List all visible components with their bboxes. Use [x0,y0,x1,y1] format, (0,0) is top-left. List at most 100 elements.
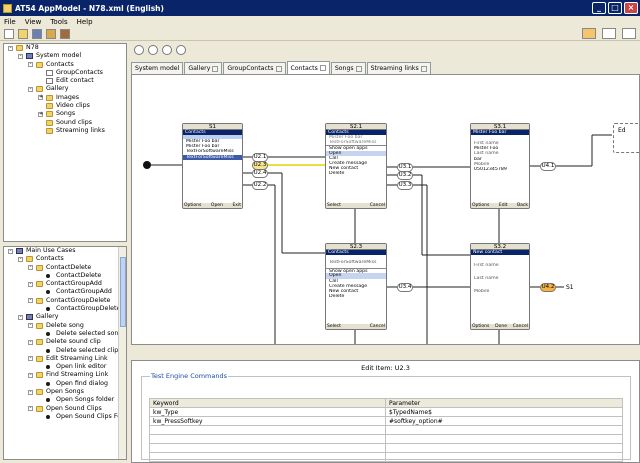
tree-node[interactable]: - Find Streaming Link [4,371,126,379]
tab-close-icon[interactable] [355,65,362,72]
tree-node[interactable]: ContactGroupAdd [4,288,126,296]
tree-node[interactable]: Open find dialog [4,380,126,388]
transition-u3-2[interactable]: U3.2 [397,171,413,180]
tree-node[interactable]: Open Songs folder [4,396,126,404]
collapse-icon[interactable]: - [28,339,33,345]
keyword-cell[interactable]: kw_Type [149,407,386,417]
tree-node[interactable]: - System model [4,52,126,60]
menu-help[interactable]: Help [77,18,93,26]
collapse-icon[interactable]: - [28,298,33,304]
parameter-cell[interactable] [385,425,623,435]
tab-streaming-links[interactable]: Streaming links [366,62,431,74]
parameter-cell[interactable]: $TypedName$ [385,407,623,417]
transition-u2-2[interactable]: U2.2 [252,181,268,190]
export-icon[interactable] [60,28,70,39]
menu-tools[interactable]: Tools [50,18,67,26]
tree-node[interactable]: - ContactGroupDelete [4,297,126,305]
table-row[interactable] [149,443,623,453]
keyword-cell[interactable] [149,443,386,453]
save-icon[interactable] [32,28,42,39]
menu-view[interactable]: View [25,18,42,26]
tree-node[interactable]: - Open Songs [4,388,126,396]
parameter-cell[interactable] [385,443,623,453]
tab-system-model[interactable]: System model [131,62,184,74]
tree-node[interactable]: + Songs [4,110,126,118]
expand-icon[interactable]: + [38,95,43,101]
table-row[interactable]: kw_Type $TypedName$ [149,407,623,417]
tab-gallery[interactable]: Gallery [184,62,223,74]
tree-node[interactable]: - Main Use Cases [4,247,126,255]
tree-node[interactable]: - ContactGroupAdd [4,280,126,288]
collapse-icon[interactable]: - [28,281,33,287]
collapse-icon[interactable]: - [8,45,13,51]
import-icon[interactable] [46,28,56,39]
tree-node[interactable]: Open link editor [4,363,126,371]
tree-node[interactable]: - Gallery [4,313,126,321]
state-s3-2[interactable]: S3.2 New contact First name Last name Mo… [470,243,530,330]
tree-node[interactable]: - N78 [4,44,126,52]
transition-u4-2[interactable]: U4.2 [540,283,556,292]
collapse-icon[interactable]: - [28,389,33,395]
close-button[interactable]: × [624,2,638,14]
scrollbar-thumb[interactable] [120,257,126,327]
tree-node[interactable]: - Gallery [4,85,126,93]
collapse-icon[interactable]: - [8,248,13,254]
expand-icon[interactable]: + [38,111,43,117]
zoom-in-icon[interactable] [134,45,144,55]
tree-node[interactable]: - Edit Streaming Link [4,355,126,363]
tab-close-icon[interactable] [275,65,282,72]
transition-u2-4[interactable]: U2.4 [252,169,268,178]
collapse-icon[interactable]: - [28,62,33,68]
collapse-icon[interactable]: - [28,372,33,378]
tree-node[interactable]: - ContactDelete [4,264,126,272]
parameter-cell[interactable] [385,434,623,444]
tree-node[interactable]: Streaming links [4,127,126,135]
preview-icon[interactable] [602,28,616,39]
tab-close-icon[interactable] [420,65,427,72]
report-icon[interactable] [622,28,636,39]
zoom-out-icon[interactable] [148,45,158,55]
collapse-icon[interactable]: - [28,406,33,412]
parameter-cell[interactable] [385,452,623,462]
transition-u3-3[interactable]: U3.3 [397,181,413,190]
tree-node[interactable]: Video clips [4,102,126,110]
state-s2-1[interactable]: S2.1 Contacts Mister Foo bar TestForSoft… [325,123,387,209]
tab-close-icon[interactable] [212,65,219,72]
build-icon[interactable] [582,28,596,39]
transition-u4-1[interactable]: U4.1 [540,162,556,171]
keyword-cell[interactable] [149,425,386,435]
tree-node[interactable]: Edit contact [4,77,126,85]
state-diagram-canvas[interactable]: S1 Contacts Mister Foo bar Mister Foo ba… [131,74,640,345]
collapse-icon[interactable]: - [28,265,33,271]
state-ed[interactable]: Ed [613,123,639,153]
state-s1[interactable]: S1 Contacts Mister Foo bar Mister Foo ba… [182,123,243,209]
tree-node[interactable]: ContactGroupDelete [4,305,126,313]
maximize-button[interactable]: □ [608,2,622,14]
collapse-icon[interactable]: - [28,323,33,329]
tree-node[interactable]: Delete selected song [4,330,126,338]
new-file-icon[interactable] [4,28,14,39]
collapse-icon[interactable]: - [18,53,23,59]
tree-node[interactable]: - Delete sound clip [4,338,126,346]
tree-node[interactable]: - Open Sound Clips [4,405,126,413]
collapse-icon[interactable]: - [28,86,33,92]
keyword-cell[interactable] [149,452,386,462]
tab-contacts[interactable]: Contacts [286,61,330,74]
tab-groupcontacts[interactable]: GroupContacts [223,62,286,74]
zoom-reset-icon[interactable] [162,45,172,55]
transition-u3-4[interactable]: U3.4 [397,283,413,292]
collapse-icon[interactable]: - [28,356,33,362]
tree-node[interactable]: ContactDelete [4,272,126,280]
table-row[interactable] [149,434,623,444]
state-s3-1[interactable]: S3.1 Mister Foo bar First name Mister Fo… [470,123,530,209]
tab-songs[interactable]: Songs [330,62,366,74]
tree-node[interactable]: Open Sound Clips Folde [4,413,126,421]
zoom-fit-icon[interactable] [176,45,186,55]
table-row[interactable] [149,425,623,435]
parameter-cell[interactable]: #softkey_option# [385,416,623,426]
table-row[interactable] [149,452,623,462]
tab-close-icon[interactable] [319,65,326,71]
keyword-cell[interactable]: kw_PressSoftkey [149,416,386,426]
state-s2-3[interactable]: S2.3 Contacts TestForSoftwareMiss Show o… [325,243,387,330]
tree-node[interactable]: Delete selected clip [4,347,126,355]
